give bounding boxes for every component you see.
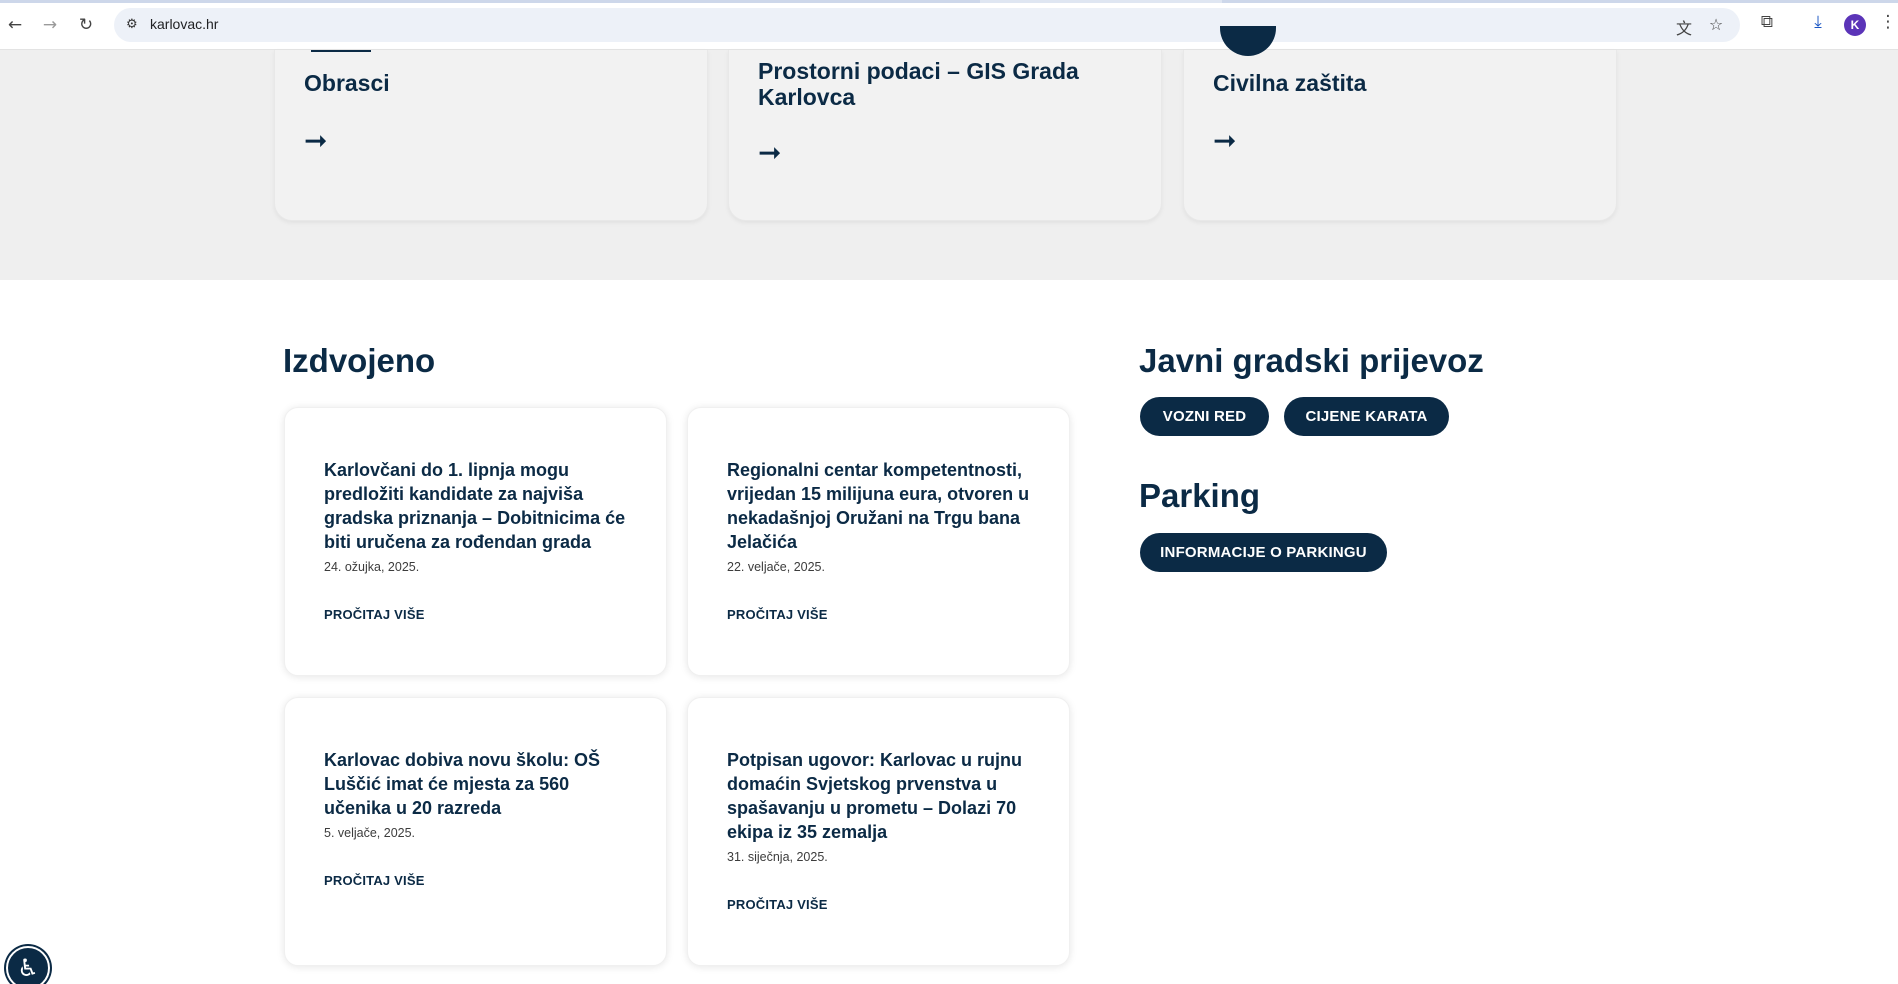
read-more-link[interactable]: PROČITAJ VIŠE	[324, 873, 425, 888]
news-title[interactable]: Karlovčani do 1. lipnja mogu predložiti …	[324, 458, 634, 554]
menu-icon[interactable]: ⋮	[1878, 12, 1898, 38]
parking-heading: Parking	[1139, 477, 1261, 514]
timetable-button[interactable]: VOZNI RED	[1140, 397, 1269, 436]
news-date: 24. ožujka, 2025.	[324, 560, 420, 574]
arrow-right-icon[interactable]: ➞	[758, 136, 781, 169]
tile-icon-decoration	[311, 50, 371, 52]
news-title[interactable]: Karlovac dobiva novu školu: OŠ Luščić im…	[324, 748, 624, 820]
news-card[interactable]: Karlovčani do 1. lipnja mogu predložiti …	[284, 407, 667, 676]
arrow-right-icon[interactable]: ➞	[1213, 124, 1236, 157]
news-title[interactable]: Potpisan ugovor: Karlovac u rujnu domaći…	[727, 748, 1027, 844]
browser-toolbar: ← → ↻ ⚙ karlovac.hr 文 ☆ ⧉ ⤓ K ⋮	[0, 0, 1898, 50]
site-settings-icon[interactable]: ⚙	[126, 17, 142, 33]
tile-civilna-zastita[interactable]: Civilna zaštita ➞	[1183, 26, 1617, 221]
read-more-link[interactable]: PROČITAJ VIŠE	[324, 607, 425, 622]
tile-obrasci[interactable]: Obrasci ➞	[274, 50, 708, 221]
tile-icon-decoration	[1220, 26, 1276, 56]
tile-title: Prostorni podaci – GIS Grada Karlovca	[758, 58, 1079, 110]
tile-title: Obrasci	[304, 70, 390, 96]
tab-strip-edge	[0, 0, 1898, 3]
reload-icon[interactable]: ↻	[74, 13, 98, 37]
news-card[interactable]: Potpisan ugovor: Karlovac u rujnu domaći…	[687, 697, 1070, 966]
news-card[interactable]: Regionalni centar kompetentnosti, vrijed…	[687, 407, 1070, 676]
read-more-link[interactable]: PROČITAJ VIŠE	[727, 607, 828, 622]
forward-icon[interactable]: →	[38, 13, 62, 37]
download-icon[interactable]: ⤓	[1805, 12, 1831, 38]
featured-heading: Izdvojeno	[283, 342, 436, 379]
extensions-icon[interactable]: ⧉	[1754, 12, 1780, 38]
read-more-link[interactable]: PROČITAJ VIŠE	[727, 897, 828, 912]
transport-heading: Javni gradski prijevoz	[1139, 342, 1484, 379]
news-date: 31. siječnja, 2025.	[727, 850, 828, 864]
news-date: 22. veljače, 2025.	[727, 560, 825, 574]
bookmark-star-icon[interactable]: ☆	[1706, 15, 1726, 35]
news-date: 5. veljače, 2025.	[324, 826, 416, 840]
arrow-right-icon[interactable]: ➞	[304, 124, 327, 157]
news-title[interactable]: Regionalni centar kompetentnosti, vrijed…	[727, 458, 1042, 554]
url-text[interactable]: karlovac.hr	[150, 16, 218, 32]
accessibility-icon[interactable]: ♿	[6, 946, 50, 984]
tile-title: Civilna zaštita	[1213, 70, 1367, 96]
parking-info-button[interactable]: INFORMACIJE O PARKINGU	[1140, 533, 1387, 572]
tile-gis[interactable]: Prostorni podaci – GIS Grada Karlovca ➞	[728, 50, 1162, 221]
profile-avatar[interactable]: K	[1844, 14, 1866, 36]
news-card[interactable]: Karlovac dobiva novu školu: OŠ Luščić im…	[284, 697, 667, 966]
back-icon[interactable]: ←	[3, 13, 27, 37]
translate-icon[interactable]: 文	[1674, 15, 1694, 38]
ticket-prices-button[interactable]: CIJENE KARATA	[1284, 397, 1449, 436]
address-bar[interactable]: ⚙ karlovac.hr 文 ☆	[114, 8, 1740, 42]
